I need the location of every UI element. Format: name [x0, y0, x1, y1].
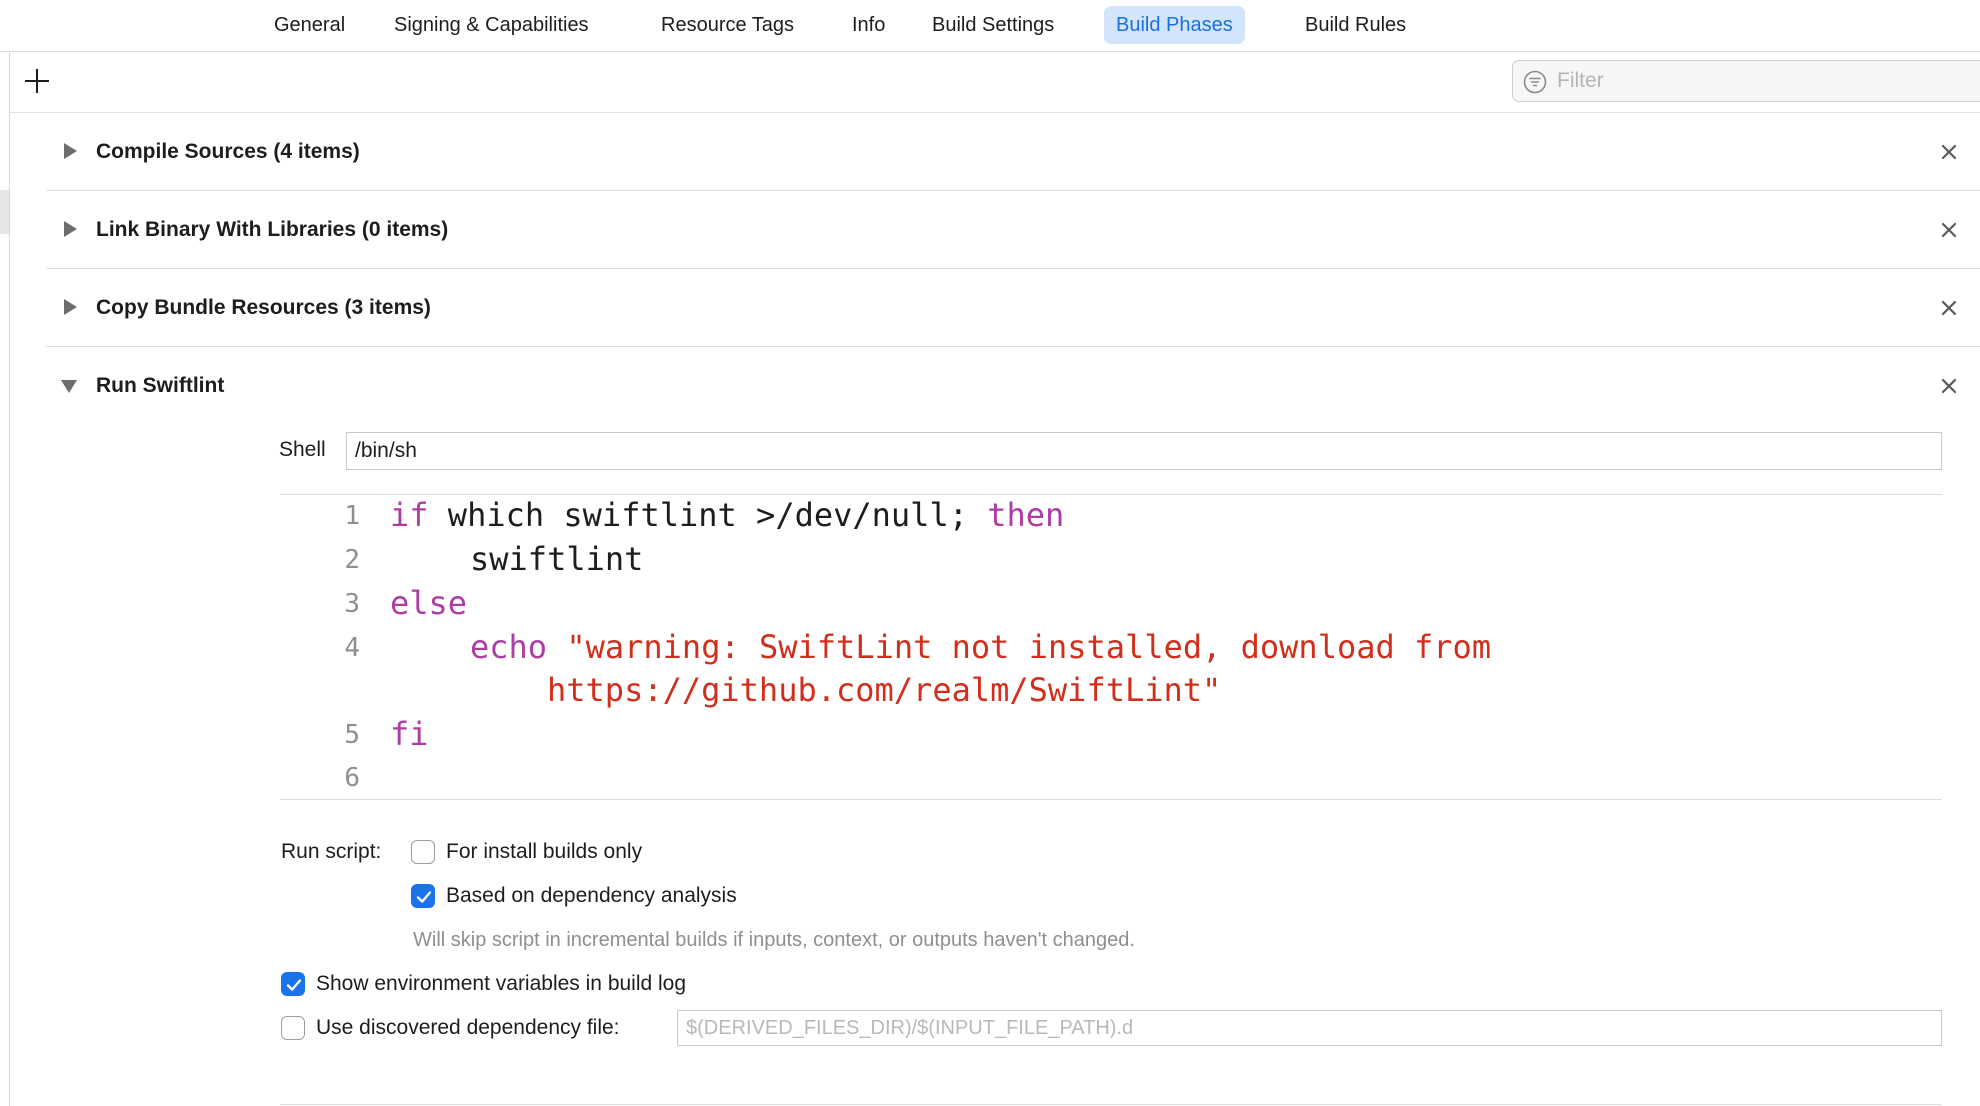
code-keyword: then [987, 496, 1065, 534]
disclosure-triangle-icon[interactable] [62, 142, 78, 160]
code-string: https://github.com/realm/SwiftLint" [547, 671, 1222, 709]
toolbar: Filter [10, 53, 1980, 113]
code-keyword: echo [470, 628, 548, 666]
tab-build-rules[interactable]: Build Rules [1293, 6, 1418, 44]
disclosure-triangle-down-icon[interactable] [60, 378, 78, 394]
code-text: swiftlint [470, 540, 644, 578]
tab-general[interactable]: General [262, 6, 357, 44]
splitter-handle[interactable] [0, 190, 9, 234]
tab-build-phases[interactable]: Build Phases [1104, 6, 1245, 44]
disclosure-triangle-icon[interactable] [62, 298, 78, 316]
phase-title: Run Swiftlint [96, 374, 225, 397]
close-icon[interactable] [1934, 371, 1964, 401]
line-number: 6 [344, 763, 360, 793]
line-number: 1 [344, 501, 360, 531]
close-icon[interactable] [1934, 215, 1964, 245]
discovered-dependency-checkbox[interactable] [281, 1016, 305, 1040]
install-builds-label[interactable]: For install builds only [446, 840, 642, 864]
code-line-4-wrap: https://github.com/realm/SwiftLint" [547, 671, 1221, 709]
shell-label: Shell [279, 438, 326, 461]
filter-placeholder: Filter [1557, 69, 1604, 92]
plus-icon[interactable] [22, 66, 52, 96]
install-builds-checkbox[interactable] [411, 840, 435, 864]
show-env-vars-label[interactable]: Show environment variables in build log [316, 972, 686, 996]
show-env-vars-checkbox[interactable] [281, 972, 305, 996]
code-line-1: if which swiftlint >/dev/null; then [390, 496, 1064, 534]
code-keyword: fi [390, 715, 429, 753]
discovered-dependency-field[interactable] [677, 1010, 1942, 1046]
phase-run-swiftlint[interactable]: Run Swiftlint [46, 347, 1980, 425]
checkmark-icon [416, 891, 432, 903]
left-divider [9, 53, 10, 1106]
code-line-4: echo "warning: SwiftLint not installed, … [470, 628, 1491, 666]
checkmark-icon [286, 979, 302, 991]
tab-resource-tags[interactable]: Resource Tags [649, 6, 806, 44]
line-number: 2 [344, 545, 360, 575]
filter-icon [1523, 70, 1547, 94]
filter-field[interactable]: Filter [1512, 60, 1980, 102]
run-script-label: Run script: [281, 840, 382, 863]
code-string: "warning: SwiftLint not installed, downl… [566, 628, 1492, 666]
tab-signing-capabilities[interactable]: Signing & Capabilities [382, 6, 601, 44]
close-icon[interactable] [1934, 293, 1964, 323]
code-keyword: else [390, 584, 468, 622]
code-line-2: swiftlint [470, 540, 643, 578]
phase-title: Link Binary With Libraries (0 items) [96, 218, 449, 241]
tab-bar: General Signing & Capabilities Resource … [0, 0, 1980, 52]
phase-copy-bundle-resources[interactable]: Copy Bundle Resources (3 items) [46, 269, 1980, 347]
dependency-analysis-checkbox[interactable] [411, 884, 435, 908]
phase-title: Copy Bundle Resources (3 items) [96, 296, 431, 319]
line-number: 5 [344, 720, 360, 750]
code-text: which swiftlint >/dev/null; [428, 496, 988, 534]
line-number: 3 [344, 589, 360, 619]
shell-input[interactable]: /bin/sh [346, 432, 1942, 470]
code-line-3: else [390, 584, 467, 622]
phase-title: Compile Sources (4 items) [96, 140, 360, 163]
section-divider [280, 1104, 1942, 1105]
code-line-5: fi [390, 715, 429, 753]
disclosure-triangle-icon[interactable] [62, 220, 78, 238]
line-number: 4 [344, 633, 360, 663]
discovered-dependency-label[interactable]: Use discovered dependency file: [316, 1016, 620, 1040]
script-editor[interactable]: 1 2 3 4 5 6 if which swiftlint >/dev/nul… [280, 494, 1942, 800]
tab-info[interactable]: Info [840, 6, 897, 44]
code-keyword: if [390, 496, 429, 534]
close-icon[interactable] [1934, 137, 1964, 167]
tab-build-settings[interactable]: Build Settings [920, 6, 1066, 44]
build-phases-window: General Signing & Capabilities Resource … [0, 0, 1980, 1106]
dependency-analysis-label[interactable]: Based on dependency analysis [446, 884, 737, 908]
dependency-hint: Will skip script in incremental builds i… [413, 929, 1135, 951]
phase-compile-sources[interactable]: Compile Sources (4 items) [46, 113, 1980, 191]
phase-link-binary[interactable]: Link Binary With Libraries (0 items) [46, 191, 1980, 269]
